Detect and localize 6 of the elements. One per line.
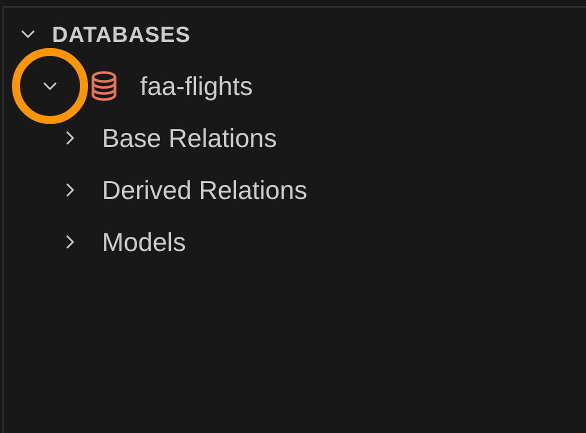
tree-item-label[interactable]: Base Relations bbox=[102, 118, 277, 158]
tree-item-label[interactable]: Models bbox=[102, 222, 186, 262]
section-title: DATABASES bbox=[52, 20, 191, 48]
database-icon bbox=[90, 71, 118, 101]
tree-item-label[interactable]: faa-flights bbox=[140, 66, 253, 106]
tree-item-label[interactable]: Derived Relations bbox=[102, 170, 308, 210]
